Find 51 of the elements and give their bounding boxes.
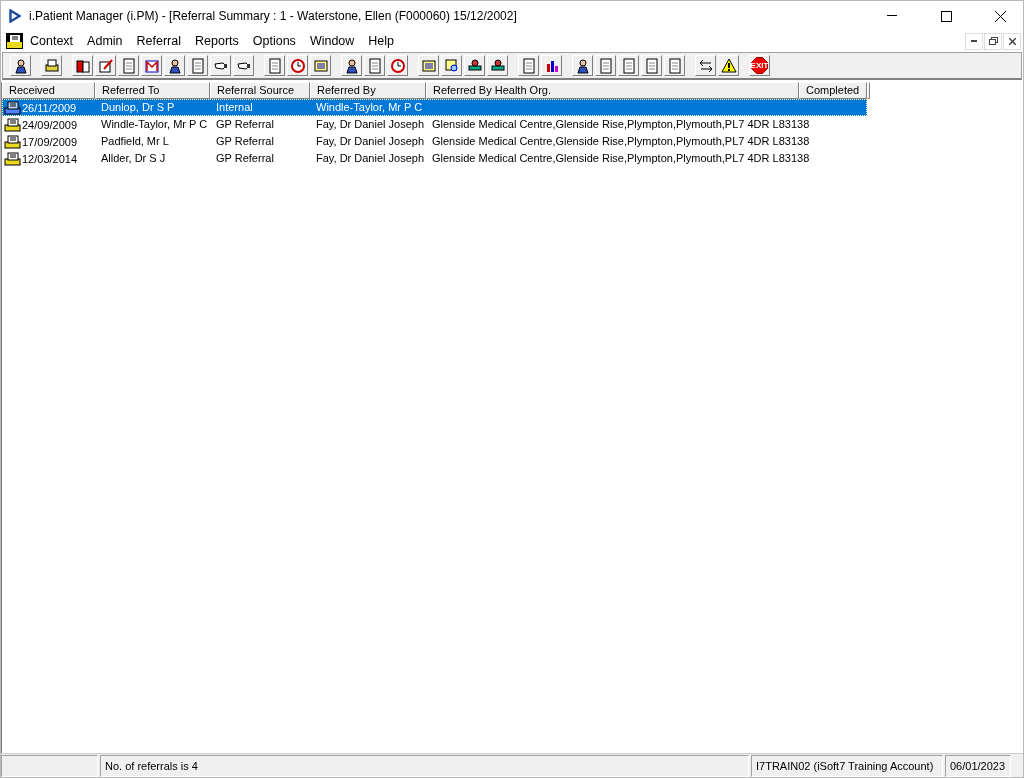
minimize-icon [887,15,897,17]
table-row[interactable]: 24/09/2009 Windle-Taylor, Mr P C GP Referral Fay, Dr Daniel Joseph Glenside Medical Centre,Glenside Rise,Plympton,Plymouth,PL7 4DR L83138 [2,116,867,133]
menu-item[interactable]: Reports [188,32,246,50]
menu-item[interactable]: Referral [129,32,188,50]
table-cell: 17/09/2009 [22,135,78,148]
table-cell: GP Referral [216,135,274,147]
table-row[interactable]: 12/03/2014 Allder, Dr S J GP Referral Fay, Dr Daniel Joseph Glenside Medical Centre,Glenside Rise,Plympton,Plymouth,PL7 4DR L83138 [2,150,867,167]
close-icon [1008,37,1016,45]
close-button[interactable] [1003,32,1021,50]
menu-item[interactable]: Options [245,32,303,50]
table-cell: Fay, Dr Daniel Joseph [316,152,424,164]
table-cell: 26/11/2009 [22,101,77,114]
status-message: No. of referrals is 4 [100,755,749,777]
table-row[interactable]: 26/11/2009 Dunlop, Dr S P Internal Windle-Taylor, Mr P C [2,99,867,116]
table-cell: Windle-Taylor, Mr P C [101,118,208,130]
table-cell: Allder, Dr S J [101,152,166,164]
app-logo-icon [9,9,21,23]
minimize-icon [971,40,977,42]
column-header[interactable]: Referred To [95,82,210,99]
table-cell: Fay, Dr Daniel Joseph [316,135,424,147]
table-cell: Dunlop, Dr S P [101,101,175,113]
table-cell: Padfield, Mr L [101,135,169,147]
column-header[interactable]: Referred By [310,82,426,99]
table-cell: GP Referral [216,152,274,164]
table-cell: Glenside Medical Centre,Glenside Rise,Plympton,Plymouth,PL7 4DR L83138 [432,152,810,164]
table-row[interactable]: 17/09/2009 Padfield, Mr L GP Referral Fay, Dr Daniel Joseph Glenside Medical Centre,Glenside Rise,Plympton,Plymouth,PL7 4DR L83138 [2,133,867,150]
column-header[interactable]: Referral Source [210,82,310,99]
table-cell: Fay, Dr Daniel Joseph [316,118,424,130]
maximize-icon [940,10,952,22]
table-cell: 24/09/2009 [22,118,78,131]
menu-item[interactable]: Help [361,32,402,50]
column-header[interactable]: Referred By Health Org. [426,82,799,99]
window-title: i.Patient Manager (i.PM) - [Referral Summary : 1 - Waterstone, Ellen (F000060) 15/12/2002] [29,9,518,23]
minimize-button[interactable] [965,32,983,50]
status-user: I7TRAIN02 (iSoft7 Training Account) [751,755,943,777]
restore-icon [988,37,998,45]
table-cell: Glenside Medical Centre,Glenside Rise,Plympton,Plymouth,PL7 4DR L83138 [432,118,810,130]
restore-button[interactable] [984,32,1002,50]
menu-item[interactable]: Context [23,32,81,50]
column-header[interactable]: Completed [799,82,867,99]
document-stack-icon[interactable] [6,33,23,49]
column-header[interactable]: Received [2,82,95,99]
status-date: 06/01/2023 [945,755,1011,777]
table-cell: Glenside Medical Centre,Glenside Rise,Plympton,Plymouth,PL7 4DR L83138 [432,135,810,147]
table-cell: GP Referral [216,118,274,130]
table-cell: Internal [216,101,253,113]
close-icon [994,10,1006,22]
table-cell: Windle-Taylor, Mr P C [316,101,423,113]
table-cell: 12/03/2014 [22,152,78,165]
menu-item[interactable]: Admin [80,32,130,50]
menu-item[interactable]: Window [302,32,362,50]
